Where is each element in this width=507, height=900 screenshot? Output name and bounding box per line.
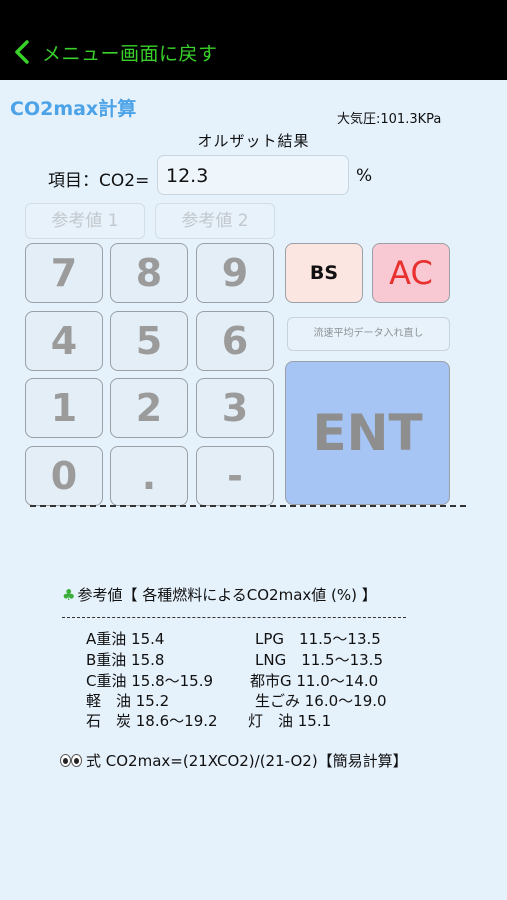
enter-button[interactable]: ENT: [285, 361, 450, 505]
ref-value-2-button[interactable]: 参考値 2: [155, 203, 275, 239]
key-2[interactable]: 2: [110, 378, 188, 438]
item-label: 項目：CO2=: [48, 171, 150, 191]
key-7[interactable]: 7: [25, 243, 103, 303]
reference-heading-text: 参考値【 各種燃料によるCO2max値 (%) 】: [77, 586, 377, 604]
formula-line: 式 CO2max=(21XCO2)/(21-O2)【簡易計算】: [60, 750, 408, 771]
co2-input[interactable]: 12.3: [157, 155, 349, 195]
nav-bar: メニュー画面に戻す: [0, 0, 507, 80]
fuel-right-2: LNG 11.5～13.5: [255, 651, 383, 669]
eyes-icon: [60, 752, 82, 770]
key-4[interactable]: 4: [25, 311, 103, 371]
key-9[interactable]: 9: [196, 243, 274, 303]
page-title: CO2max計算: [10, 98, 137, 120]
fuel-left-2: B重油 15.8: [86, 651, 165, 669]
formula-text: 式 CO2max=(21XCO2)/(21-O2)【簡易計算】: [86, 752, 408, 770]
chevron-left-icon: [15, 40, 29, 64]
back-button[interactable]: メニュー画面に戻す: [0, 20, 240, 75]
all-clear-button[interactable]: AC: [372, 243, 450, 303]
fuel-left-4: 軽 油 15.2: [86, 692, 170, 710]
clover-icon: ♣: [62, 586, 76, 604]
back-label: メニュー画面に戻す: [42, 43, 218, 65]
fuel-right-1: LPG 11.5～13.5: [255, 630, 381, 648]
reenter-flow-data-button[interactable]: 流速平均データ入れ直し: [287, 317, 450, 351]
key-3[interactable]: 3: [196, 378, 274, 438]
key-6[interactable]: 6: [196, 311, 274, 371]
key-1[interactable]: 1: [25, 378, 103, 438]
reference-divider: [62, 617, 406, 618]
key-5[interactable]: 5: [110, 311, 188, 371]
unit-label: %: [356, 166, 373, 186]
ref-value-1-button[interactable]: 参考値 1: [25, 203, 145, 239]
reference-heading: ♣ 参考値【 各種燃料によるCO2max値 (%) 】: [62, 584, 377, 605]
fuel-right-4: 生ごみ 16.0～19.0: [255, 692, 387, 710]
fuel-right-3: 都市G 11.0～14.0: [250, 672, 379, 690]
key-decimal[interactable]: .: [110, 446, 188, 506]
backspace-button[interactable]: BS: [285, 243, 363, 303]
keypad-divider: [30, 505, 466, 507]
fuel-right-5: 灯 油 15.1: [248, 712, 332, 730]
fuel-left-3: C重油 15.8～15.9: [86, 672, 214, 690]
fuel-left-5: 石 炭 18.6～19.2: [86, 712, 218, 730]
key-8[interactable]: 8: [110, 243, 188, 303]
key-minus[interactable]: -: [196, 446, 274, 506]
fuel-left-1: A重油 15.4: [86, 630, 165, 648]
analysis-label: オルザット結果: [197, 132, 310, 150]
pressure-readout: 大気圧:101.3KPa: [337, 112, 442, 127]
key-0[interactable]: 0: [25, 446, 103, 506]
